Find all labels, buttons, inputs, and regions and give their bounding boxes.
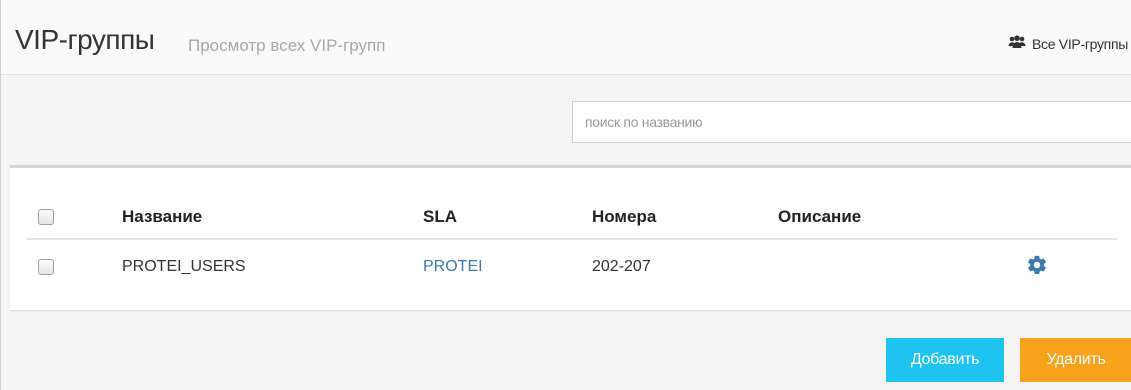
delete-button[interactable]: Удалить <box>1020 338 1131 382</box>
table-row: PROTEI_USERS PROTEI 202-207 <box>26 244 1117 290</box>
table-header-row: Название SLA Номера Описание <box>26 194 1117 240</box>
row-checkbox[interactable] <box>38 259 54 275</box>
vip-groups-panel: Название SLA Номера Описание PROTEI_USER… <box>10 165 1131 310</box>
select-all-checkbox[interactable] <box>38 209 54 225</box>
row-settings-button[interactable] <box>1026 244 1048 290</box>
column-header-description[interactable]: Описание <box>778 194 861 240</box>
search-input[interactable] <box>572 101 1131 143</box>
column-header-numbers[interactable]: Номера <box>592 194 656 240</box>
row-name: PROTEI_USERS <box>122 258 246 275</box>
all-vip-groups-link[interactable]: Все VIP-группы <box>1008 35 1128 52</box>
row-numbers: 202-207 <box>592 258 651 275</box>
row-sla: PROTEI <box>423 244 483 290</box>
all-vip-groups-label: Все VIP-группы <box>1031 35 1128 52</box>
page-title: VIP-группы <box>15 24 155 55</box>
search-toolbar <box>1 76 1131 164</box>
page-header: VIP-группы Просмотр всех VIP-групп Все V… <box>1 0 1131 75</box>
users-icon <box>1008 35 1032 52</box>
add-button[interactable]: Добавить <box>886 338 1004 382</box>
gear-icon <box>1026 254 1048 281</box>
page-subtitle: Просмотр всех VIP-групп <box>188 36 386 55</box>
sla-link[interactable]: PROTEI <box>423 258 483 276</box>
select-all-cell <box>38 194 54 240</box>
row-select-cell <box>38 244 54 290</box>
vip-groups-table: Название SLA Номера Описание PROTEI_USER… <box>26 194 1117 286</box>
column-header-sla[interactable]: SLA <box>423 194 457 240</box>
column-header-name[interactable]: Название <box>122 194 202 240</box>
page-frame: VIP-группы Просмотр всех VIP-групп Все V… <box>0 0 1131 390</box>
